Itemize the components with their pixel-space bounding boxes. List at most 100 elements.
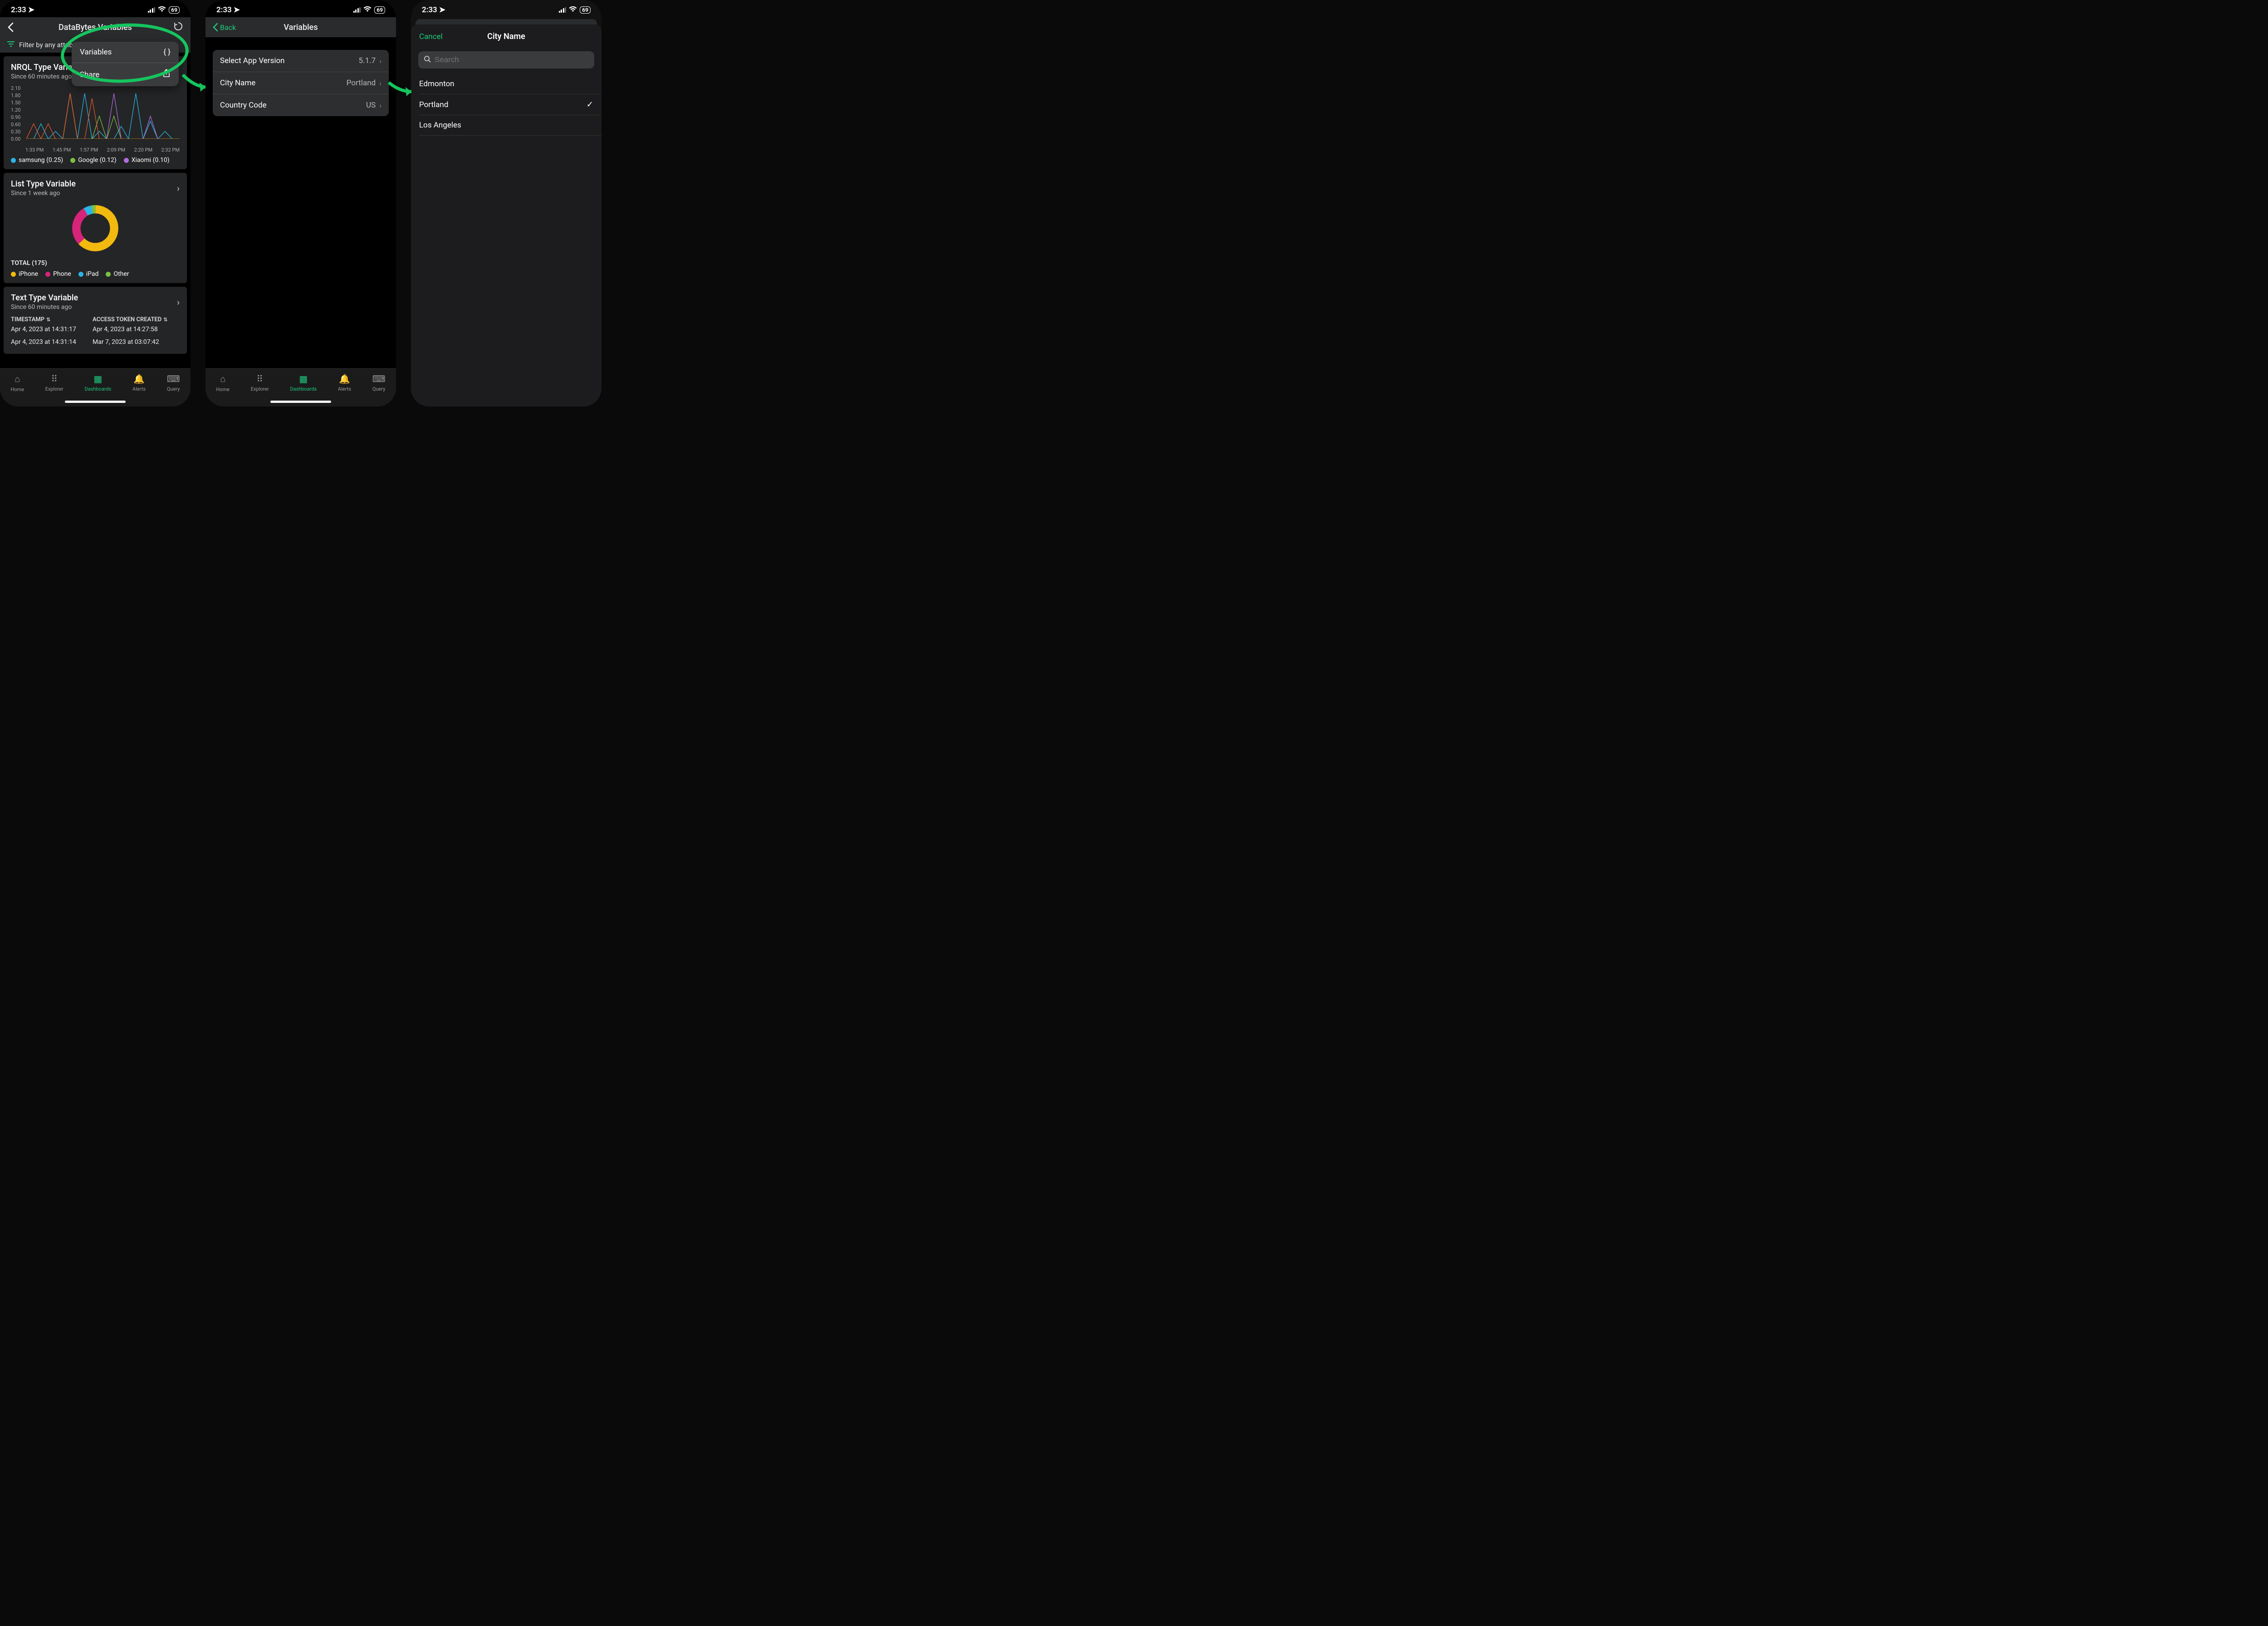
dashboard-icon: ▦ — [93, 373, 102, 384]
share-icon — [162, 69, 171, 80]
wifi-icon — [569, 5, 577, 15]
table-row: Apr 4, 2023 at 14:31:17Apr 4, 2023 at 14… — [11, 323, 180, 336]
home-indicator[interactable] — [65, 401, 126, 403]
grid-icon: ⠿ — [256, 373, 263, 384]
tab-explorer[interactable]: ⠿Explorer — [45, 373, 64, 392]
variable-label: Select App Version — [220, 56, 285, 65]
card-list[interactable]: List Type Variable Since 1 week ago › TO… — [4, 173, 187, 283]
card-text-subtitle: Since 60 minutes ago — [11, 304, 180, 311]
terminal-icon: ⌨ — [167, 373, 180, 384]
status-bar: 2:33 ➤ 69 — [411, 0, 601, 17]
tab-alerts[interactable]: 🔔Alerts — [338, 373, 351, 392]
home-indicator[interactable] — [270, 401, 331, 403]
tab-alerts[interactable]: 🔔Alerts — [132, 373, 146, 392]
variable-value: 5.1.7 — [359, 56, 376, 65]
table-row: Apr 4, 2023 at 14:31:14Mar 7, 2023 at 03… — [11, 336, 180, 348]
battery-indicator: 69 — [580, 6, 591, 14]
grid-icon: ⠿ — [51, 373, 58, 384]
refresh-button[interactable] — [173, 21, 183, 33]
picker-option[interactable]: Los Angeles — [419, 115, 601, 136]
variable-list: Select App Version 5.1.7› City Name Port… — [213, 50, 389, 116]
tab-query[interactable]: ⌨Query — [372, 373, 386, 392]
bell-icon: 🔔 — [339, 373, 350, 384]
menu-item-share[interactable]: Share — [72, 63, 179, 86]
chevron-right-icon: › — [379, 79, 381, 88]
check-icon: ✓ — [587, 100, 593, 109]
status-time: 2:33 — [422, 5, 437, 15]
line-chart: 2.101.801.501.200.900.600.300.00 1:33 PM… — [11, 85, 180, 153]
wifi-icon — [158, 5, 166, 15]
battery-indicator: 69 — [169, 6, 180, 14]
modal-title: City Name — [487, 32, 525, 41]
tab-bar: ⌂Home ⠿Explorer ▦Dashboards 🔔Alerts ⌨Que… — [205, 368, 396, 406]
table-col-token[interactable]: ACCESS TOKEN CREATED — [93, 316, 161, 323]
chevron-right-icon: › — [379, 101, 381, 110]
tab-bar: ⌂Home ⠿Explorer ▦Dashboards 🔔Alerts ⌨Que… — [0, 368, 191, 406]
sort-icon: ⇅ — [46, 317, 50, 323]
bell-icon: 🔔 — [133, 373, 145, 384]
signal-icon — [353, 7, 361, 13]
tab-query[interactable]: ⌨Query — [167, 373, 180, 392]
location-icon: ➤ — [28, 5, 34, 15]
card-list-title: List Type Variable — [11, 179, 180, 189]
card-list-subtitle: Since 1 week ago — [11, 190, 180, 197]
search-icon — [424, 55, 431, 64]
screen-variables: 2:33 ➤ 69 Back Variables Select App Vers… — [205, 0, 396, 406]
legend-item: Phone — [45, 270, 71, 278]
filter-icon — [7, 41, 15, 49]
status-time: 2:33 — [11, 5, 26, 15]
variable-value: US — [366, 101, 376, 110]
search-input[interactable] — [435, 55, 589, 64]
status-bar: 2:33 ➤ 69 — [205, 0, 396, 17]
legend-item: iPhone — [11, 270, 38, 278]
table-col-timestamp[interactable]: TIMESTAMP — [11, 316, 44, 323]
signal-icon — [148, 7, 156, 13]
nav-header: DataBytes Variables — [0, 17, 191, 37]
picker-option[interactable]: Portland✓ — [419, 94, 601, 115]
variable-row-city-name[interactable]: City Name Portland› — [213, 72, 389, 94]
screen-city-picker: 2:33 ➤ 69 Cancel City Name EdmontonPortl… — [411, 0, 601, 406]
card-text[interactable]: Text Type Variable Since 60 minutes ago … — [4, 287, 187, 354]
variable-label: City Name — [220, 78, 255, 88]
list-legend: iPhone Phone iPad Other — [11, 270, 180, 278]
legend-item: Xiaomi (0.10) — [124, 157, 170, 164]
search-box[interactable] — [418, 51, 594, 69]
tab-dashboards[interactable]: ▦Dashboards — [290, 373, 317, 392]
chevron-right-icon: › — [379, 57, 381, 65]
variable-label: Country Code — [220, 101, 267, 110]
back-button[interactable]: Back — [213, 23, 236, 32]
legend-item: Other — [106, 270, 129, 278]
variable-value: Portland — [347, 78, 376, 88]
home-icon: ⌂ — [15, 373, 20, 385]
menu-item-variables-label: Variables — [80, 48, 112, 57]
card-text-title: Text Type Variable — [11, 293, 180, 303]
menu-item-variables[interactable]: Variables { } — [72, 42, 179, 63]
back-label: Back — [220, 23, 236, 32]
legend-item: iPad — [78, 270, 99, 278]
battery-indicator: 69 — [374, 6, 385, 14]
variable-row-country-code[interactable]: Country Code US› — [213, 94, 389, 116]
option-list: EdmontonPortland✓Los Angeles — [419, 74, 601, 136]
menu-item-share-label: Share — [80, 70, 99, 79]
cancel-button[interactable]: Cancel — [419, 32, 443, 41]
chevron-right-icon: › — [177, 183, 180, 194]
wifi-icon — [363, 5, 371, 15]
sort-icon: ⇅ — [163, 317, 167, 323]
nav-header: Back Variables — [205, 17, 396, 37]
tab-home[interactable]: ⌂Home — [10, 373, 24, 392]
screen-dashboard: 2:33 ➤ 69 DataBytes Variables Filter by … — [0, 0, 191, 406]
picker-option[interactable]: Edmonton — [419, 74, 601, 94]
status-time: 2:33 — [216, 5, 232, 15]
tab-explorer[interactable]: ⠿Explorer — [251, 373, 269, 392]
tab-dashboards[interactable]: ▦Dashboards — [84, 373, 111, 392]
terminal-icon: ⌨ — [372, 373, 386, 384]
tab-home[interactable]: ⌂Home — [216, 373, 230, 392]
back-button[interactable] — [7, 22, 14, 32]
legend-item: samsung (0.25) — [11, 157, 63, 164]
variable-row-app-version[interactable]: Select App Version 5.1.7› — [213, 50, 389, 72]
location-icon: ➤ — [234, 5, 240, 15]
picker-modal: Cancel City Name EdmontonPortland✓Los An… — [411, 24, 601, 406]
braces-icon: { } — [163, 48, 171, 57]
signal-icon — [559, 7, 567, 13]
nrql-legend: samsung (0.25)Google (0.12)Xiaomi (0.10) — [11, 157, 180, 164]
